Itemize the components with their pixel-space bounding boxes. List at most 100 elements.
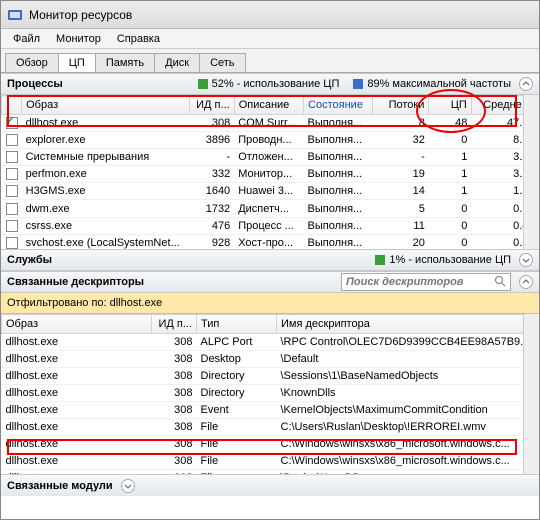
col-image[interactable]: Образ bbox=[22, 96, 190, 115]
tab-cpu[interactable]: ЦП bbox=[58, 53, 96, 72]
cell-image: perfmon.exe bbox=[22, 166, 190, 183]
cell-name: \Sessions\1\BaseNamedObjects bbox=[277, 368, 539, 385]
cell-name: C:\Users\Ruslan\Desktop\!ERROREI.wmv bbox=[277, 419, 539, 436]
table-row[interactable]: dllhost.exe308ALPC Port\RPC Control\OLEC… bbox=[2, 334, 539, 351]
cell-image: dllhost.exe bbox=[2, 436, 152, 453]
cell-type: File bbox=[197, 436, 277, 453]
services-title: Службы bbox=[7, 254, 52, 266]
cell-state: Выполня... bbox=[304, 200, 373, 217]
cell-type: File bbox=[197, 470, 277, 475]
cell-image: svchost.exe (LocalSystemNet... bbox=[22, 234, 190, 249]
checkbox[interactable] bbox=[6, 203, 18, 215]
col-pid[interactable]: ИД п... bbox=[189, 96, 234, 115]
cell-pid: 308 bbox=[152, 436, 197, 453]
table-row[interactable]: dllhost.exe308FileC:\Users\Ruslan\Deskto… bbox=[2, 419, 539, 436]
processes-table-wrap: Образ ИД п... Описание Состояние Потоки … bbox=[1, 95, 539, 249]
scrollbar[interactable] bbox=[523, 95, 539, 249]
checkbox[interactable] bbox=[6, 168, 18, 180]
cell-type: Event bbox=[197, 402, 277, 419]
cell-type: Desktop bbox=[197, 351, 277, 368]
processes-table[interactable]: Образ ИД п... Описание Состояние Потоки … bbox=[1, 95, 539, 249]
table-row[interactable]: dllhost.exe308FileC:\Windows\winsxs\x86_… bbox=[2, 436, 539, 453]
table-row[interactable]: dllhost.exe308Directory\Sessions\1\BaseN… bbox=[2, 368, 539, 385]
cell-name: C:\Windows\winsxs\x86_microsoft.windows.… bbox=[277, 436, 539, 453]
cell-image: dllhost.exe bbox=[2, 334, 152, 351]
cell-pid: 308 bbox=[152, 334, 197, 351]
filter-bar: Отфильтровано по: dllhost.exe bbox=[1, 293, 539, 314]
col-cpu[interactable]: ЦП bbox=[429, 96, 472, 115]
dcol-type[interactable]: Тип bbox=[197, 315, 277, 334]
content-area: Процессы 52% - использование ЦП 89% макс… bbox=[1, 73, 539, 519]
cell-cpu: 1 bbox=[429, 166, 472, 183]
tab-disk[interactable]: Диск bbox=[154, 53, 200, 72]
search-input[interactable]: Поиск дескрипторов bbox=[341, 273, 511, 291]
modules-header[interactable]: Связанные модули bbox=[1, 474, 539, 496]
cell-type: File bbox=[197, 453, 277, 470]
search-icon[interactable] bbox=[494, 275, 506, 290]
cell-threads: 19 bbox=[373, 166, 429, 183]
cell-image: Системные прерывания bbox=[22, 149, 190, 166]
expand-icon[interactable] bbox=[519, 253, 533, 267]
dcol-pid[interactable]: ИД п... bbox=[152, 315, 197, 334]
checkbox[interactable] bbox=[6, 237, 18, 249]
cell-type: File bbox=[197, 419, 277, 436]
cell-image: dllhost.exe bbox=[2, 453, 152, 470]
menu-monitor[interactable]: Монитор bbox=[48, 31, 109, 47]
checkbox[interactable] bbox=[6, 220, 18, 232]
cell-cpu: 0 bbox=[429, 200, 472, 217]
collapse-icon[interactable] bbox=[519, 275, 533, 289]
table-row[interactable]: dllhost.exe308File\Device\KsecDD bbox=[2, 470, 539, 475]
table-row[interactable]: dwm.exe1732Диспетч...Выполня...500.71 bbox=[2, 200, 539, 217]
menu-file[interactable]: Файл bbox=[5, 31, 48, 47]
table-row[interactable]: svchost.exe (LocalSystemNet...928Хост-пр… bbox=[2, 234, 539, 249]
dcol-name[interactable]: Имя дескриптора bbox=[277, 315, 539, 334]
table-row[interactable]: dllhost.exe308Event\KernelObjects\Maximu… bbox=[2, 402, 539, 419]
table-row[interactable]: dllhost.exe308Desktop\Default bbox=[2, 351, 539, 368]
col-state[interactable]: Состояние bbox=[304, 96, 373, 115]
window-title: Монитор ресурсов bbox=[29, 8, 132, 22]
cell-state: Выполня... bbox=[304, 183, 373, 200]
menu-help[interactable]: Справка bbox=[109, 31, 168, 47]
descriptors-header[interactable]: Связанные дескрипторы Поиск дескрипторов bbox=[1, 271, 539, 293]
table-row[interactable]: explorer.exe3896Проводн...Выполня...3208… bbox=[2, 132, 539, 149]
table-row[interactable]: perfmon.exe332Монитор...Выполня...1913.2… bbox=[2, 166, 539, 183]
cpu-freq-stat: 89% максимальной частоты bbox=[353, 78, 511, 90]
table-row[interactable]: dllhost.exe308FileC:\Windows\winsxs\x86_… bbox=[2, 453, 539, 470]
checkbox[interactable] bbox=[6, 151, 18, 163]
services-header[interactable]: Службы 1% - использование ЦП bbox=[1, 249, 539, 271]
menubar: Файл Монитор Справка bbox=[1, 29, 539, 49]
cell-desc: COM Surr... bbox=[234, 115, 303, 132]
cell-pid: 308 bbox=[152, 385, 197, 402]
cell-name: \KnownDlls bbox=[277, 385, 539, 402]
checkbox[interactable] bbox=[6, 117, 18, 129]
collapse-icon[interactable] bbox=[519, 77, 533, 91]
tab-overview[interactable]: Обзор bbox=[5, 53, 59, 72]
checkbox[interactable] bbox=[6, 134, 18, 146]
cell-threads: 5 bbox=[373, 200, 429, 217]
tab-network[interactable]: Сеть bbox=[199, 53, 245, 72]
cell-pid: 3896 bbox=[189, 132, 234, 149]
resource-monitor-window: Монитор ресурсов Файл Монитор Справка Об… bbox=[0, 0, 540, 520]
scrollbar[interactable] bbox=[523, 314, 539, 474]
cell-cpu: 1 bbox=[429, 183, 472, 200]
titlebar[interactable]: Монитор ресурсов bbox=[1, 1, 539, 29]
dcol-image[interactable]: Образ bbox=[2, 315, 152, 334]
col-desc[interactable]: Описание bbox=[234, 96, 303, 115]
tab-memory[interactable]: Память bbox=[95, 53, 155, 72]
table-row[interactable]: csrss.exe476Процесс ...Выполня...1100.41 bbox=[2, 217, 539, 234]
table-row[interactable]: H3GMS.exe1640Huawei 3...Выполня...1411.5… bbox=[2, 183, 539, 200]
cell-threads: 32 bbox=[373, 132, 429, 149]
table-row[interactable]: Системные прерывания-Отложен...Выполня..… bbox=[2, 149, 539, 166]
checkbox[interactable] bbox=[6, 185, 18, 197]
cell-name: C:\Windows\winsxs\x86_microsoft.windows.… bbox=[277, 453, 539, 470]
cell-desc: Диспетч... bbox=[234, 200, 303, 217]
modules-title: Связанные модули bbox=[7, 480, 113, 492]
cell-image: dwm.exe bbox=[22, 200, 190, 217]
expand-icon[interactable] bbox=[121, 479, 135, 493]
table-row[interactable]: dllhost.exe308Directory\KnownDlls bbox=[2, 385, 539, 402]
col-threads[interactable]: Потоки bbox=[373, 96, 429, 115]
processes-header[interactable]: Процессы 52% - использование ЦП 89% макс… bbox=[1, 73, 539, 95]
col-check[interactable] bbox=[2, 96, 22, 115]
descriptors-table[interactable]: Образ ИД п... Тип Имя дескриптора dllhos… bbox=[1, 314, 539, 474]
table-row[interactable]: dllhost.exe308COM Surr...Выполня...84847… bbox=[2, 115, 539, 132]
